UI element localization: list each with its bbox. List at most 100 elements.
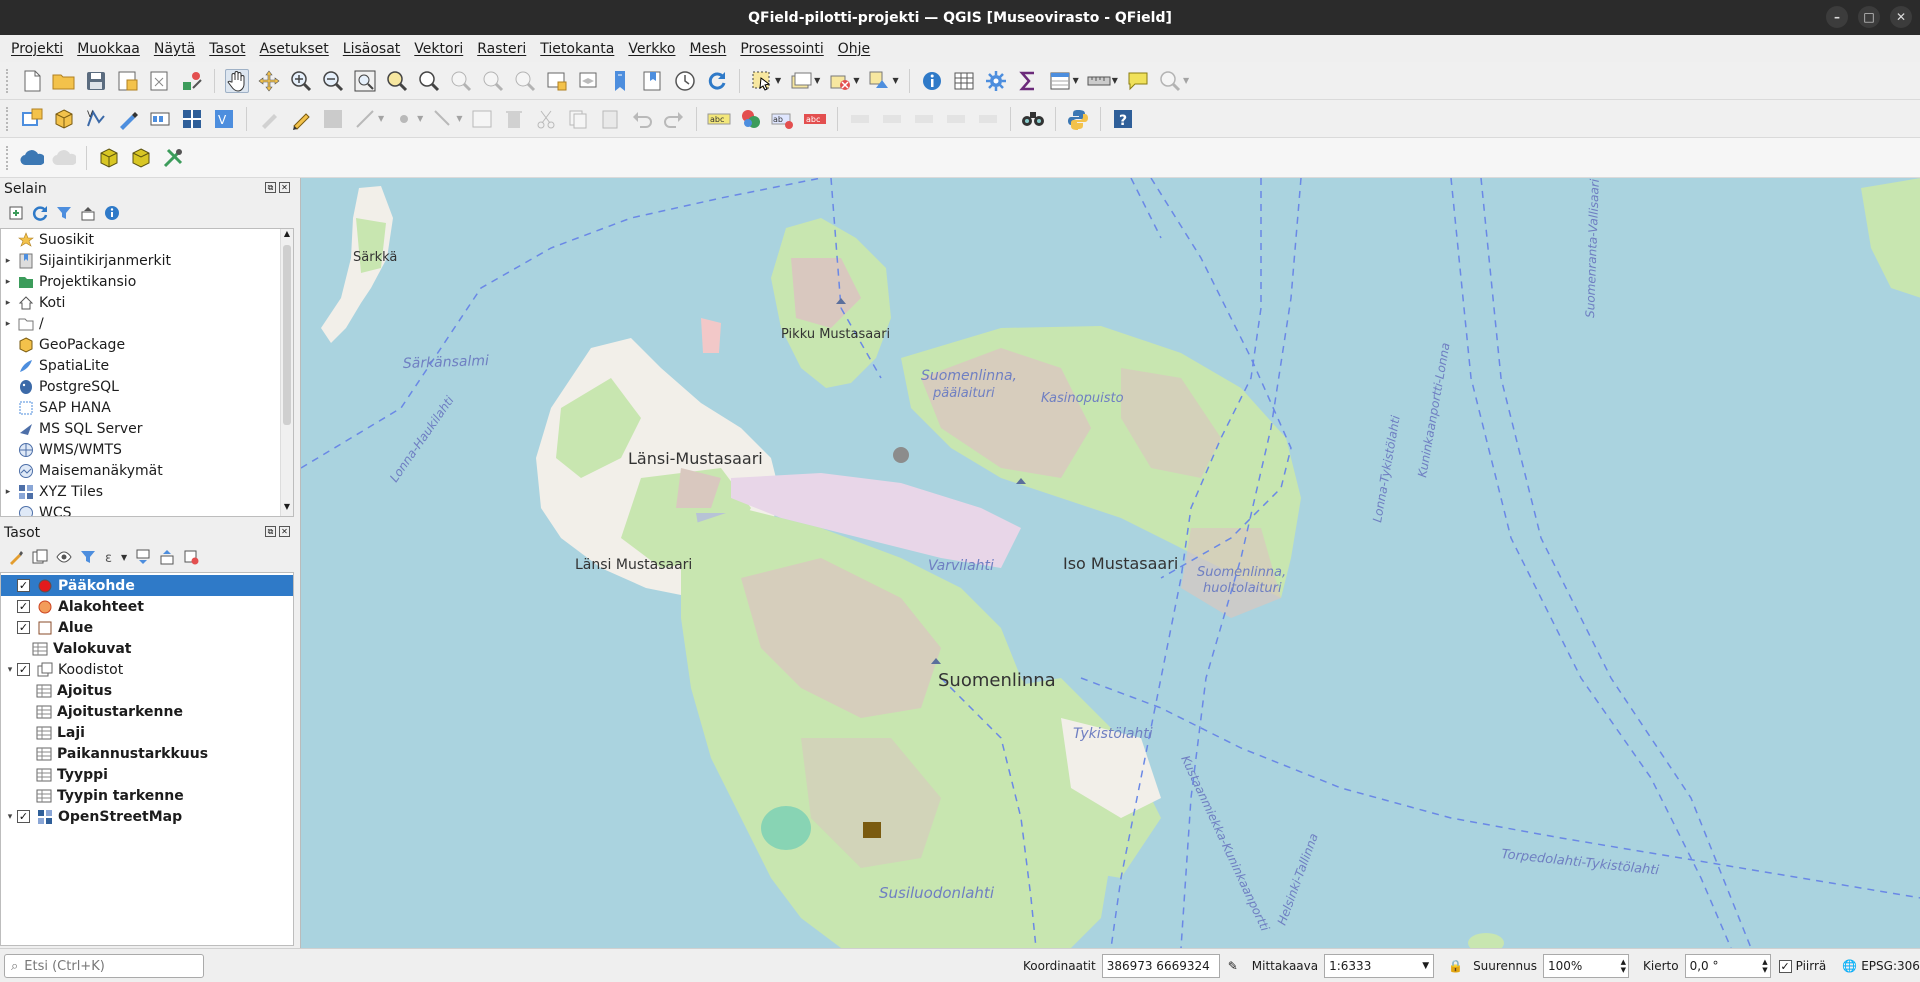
chevron-down-icon[interactable]: ▼ <box>892 76 898 85</box>
browser-item[interactable]: Maisemanäkymät <box>1 460 293 481</box>
scale-combobox[interactable]: 1:6333 ▼ <box>1324 954 1435 978</box>
chevron-down-icon[interactable]: ▼ <box>121 553 127 562</box>
virtual-layer-icon[interactable] <box>148 107 172 131</box>
expand-arrow-icon[interactable]: ▸ <box>1 277 15 287</box>
extents-toggle-icon[interactable]: ✎ <box>1228 959 1238 973</box>
show-bookmarks-icon[interactable] <box>641 69 665 93</box>
layer-visibility-checkbox[interactable]: ✓ <box>17 579 30 592</box>
menu-rasteri[interactable]: Rasteri <box>470 41 533 57</box>
chevron-down-icon[interactable]: ▼ <box>775 76 781 85</box>
refresh-icon[interactable] <box>30 203 50 223</box>
statistics-icon[interactable] <box>1016 69 1040 93</box>
menu-muokkaa[interactable]: Muokkaa <box>70 41 147 57</box>
menu-prosessointi[interactable]: Prosessointi <box>733 41 830 57</box>
toolbar-grip[interactable] <box>6 68 10 93</box>
browser-item[interactable]: Suosikit <box>1 229 293 250</box>
expand-arrow-icon[interactable]: ▸ <box>1 319 15 329</box>
save-project-icon[interactable] <box>84 69 108 93</box>
table-view-icon[interactable] <box>1048 69 1072 93</box>
browser-item[interactable]: PostgreSQL <box>1 376 293 397</box>
filter-by-expression-icon[interactable]: ε <box>102 547 122 567</box>
float-panel-button[interactable]: ⧉ <box>265 182 276 193</box>
toolbar-grip[interactable] <box>6 145 10 170</box>
data-source-manager-icon[interactable] <box>20 107 44 131</box>
expand-arrow-icon[interactable]: ▸ <box>1 487 15 497</box>
map-tips-icon[interactable] <box>1126 69 1150 93</box>
label-toolbar-icon[interactable]: abc <box>707 107 731 131</box>
menu-asetukset[interactable]: Asetukset <box>252 41 335 57</box>
remove-layer-icon[interactable] <box>181 547 201 567</box>
new-temporary-layer-icon[interactable] <box>180 107 204 131</box>
menu-vektori[interactable]: Vektori <box>407 41 470 57</box>
layer-visibility-checkbox[interactable]: ✓ <box>17 600 30 613</box>
layer-item[interactable]: Paikannustarkkuus <box>1 743 293 764</box>
processing-toolbox-icon[interactable] <box>984 69 1008 93</box>
toolbar-grip[interactable] <box>6 106 10 131</box>
add-group-icon[interactable] <box>30 547 50 567</box>
new-shapefile-icon[interactable]: V <box>84 107 108 131</box>
zoom-to-selection-icon[interactable] <box>385 69 409 93</box>
crs-globe-icon[interactable]: 🌐 <box>1842 959 1857 973</box>
menu-tietokanta[interactable]: Tietokanta <box>533 41 621 57</box>
layer-item[interactable]: ✓ Pääkohde <box>1 575 293 596</box>
pan-to-selection-icon[interactable] <box>257 69 281 93</box>
layer-item[interactable]: ▾ ✓ Koodistot <box>1 659 293 680</box>
close-button[interactable]: ✕ <box>1890 6 1912 28</box>
menu-verkko[interactable]: Verkko <box>621 41 682 57</box>
python-console-icon[interactable] <box>1066 107 1090 131</box>
coordinate-field[interactable]: 386973 6669324 <box>1101 954 1220 978</box>
magnifier-spinbox[interactable]: 100% ▲ ▼ <box>1543 954 1630 978</box>
menu-projekti[interactable]: Projekti <box>4 41 70 57</box>
new-geopackage-icon[interactable] <box>52 107 76 131</box>
layer-labeling-icon[interactable]: ab <box>771 107 795 131</box>
layer-item[interactable]: Laji <box>1 722 293 743</box>
pan-tool-icon[interactable] <box>225 68 249 93</box>
temporal-controller-icon[interactable] <box>673 69 697 93</box>
browser-item[interactable]: ▸ Sijaintikirjanmerkit <box>1 250 293 271</box>
layer-item[interactable]: Ajoitustarkenne <box>1 701 293 722</box>
chevron-down-icon[interactable]: ▼ <box>814 76 820 85</box>
new-map-view-icon[interactable] <box>545 69 569 93</box>
zoom-out-icon[interactable] <box>321 69 345 93</box>
select-by-value-icon[interactable] <box>789 69 813 93</box>
crs-label[interactable]: EPSG:3067 <box>1861 959 1920 973</box>
layer-item[interactable]: Tyypin tarkenne <box>1 785 293 806</box>
browser-item[interactable]: MS SQL Server <box>1 418 293 439</box>
menu-nayta[interactable]: Näytä <box>147 41 202 57</box>
new-print-layout-icon[interactable] <box>116 69 140 93</box>
browser-item[interactable]: ▸ XYZ Tiles <box>1 481 293 502</box>
locator-search-input[interactable]: ⌕ Etsi (Ctrl+K) <box>4 954 204 978</box>
menu-lisaosat[interactable]: Lisäosat <box>336 41 408 57</box>
measure-icon[interactable] <box>1087 69 1111 93</box>
rotation-spinbox[interactable]: 0,0 ° ▲ ▼ <box>1684 954 1771 978</box>
style-panel-icon[interactable] <box>6 547 26 567</box>
chevron-down-icon[interactable]: ▼ <box>1073 76 1079 85</box>
close-panel-button[interactable]: ✕ <box>279 182 290 193</box>
attribute-table-icon[interactable] <box>952 69 976 93</box>
browser-item[interactable]: SpatiaLite <box>1 355 293 376</box>
filter-legend-icon[interactable] <box>78 547 98 567</box>
browser-item[interactable]: ▸ Projektikansio <box>1 271 293 292</box>
browser-item[interactable]: WMS/WMTS <box>1 439 293 460</box>
layer-visibility-checkbox[interactable]: ✓ <box>17 621 30 634</box>
lock-scale-icon[interactable]: 🔒 <box>1448 959 1463 973</box>
browser-item[interactable]: WCS <box>1 502 293 516</box>
chevron-down-icon[interactable]: ▼ <box>853 76 859 85</box>
browser-item[interactable]: ▸ Koti <box>1 292 293 313</box>
project-configuration-icon[interactable] <box>161 146 185 170</box>
diagram-icon[interactable] <box>739 107 763 131</box>
expand-arrow-icon[interactable]: ▸ <box>1 298 15 308</box>
layer-item[interactable]: Ajoitus <box>1 680 293 701</box>
deselect-icon[interactable] <box>828 69 852 93</box>
qfieldcloud-icon[interactable] <box>20 146 44 170</box>
float-panel-button[interactable]: ⧉ <box>265 526 276 537</box>
select-features-icon[interactable] <box>750 69 774 93</box>
expand-arrow-icon[interactable]: ▸ <box>1 256 15 266</box>
layer-item[interactable]: ✓ Alue <box>1 617 293 638</box>
new-3d-view-icon[interactable] <box>577 69 601 93</box>
close-panel-button[interactable]: ✕ <box>279 526 290 537</box>
expand-arrow-icon[interactable]: ▾ <box>3 812 17 822</box>
minimize-button[interactable]: – <box>1826 6 1848 28</box>
layer-item[interactable]: Tyyppi <box>1 764 293 785</box>
browser-item[interactable]: ▸ / <box>1 313 293 334</box>
